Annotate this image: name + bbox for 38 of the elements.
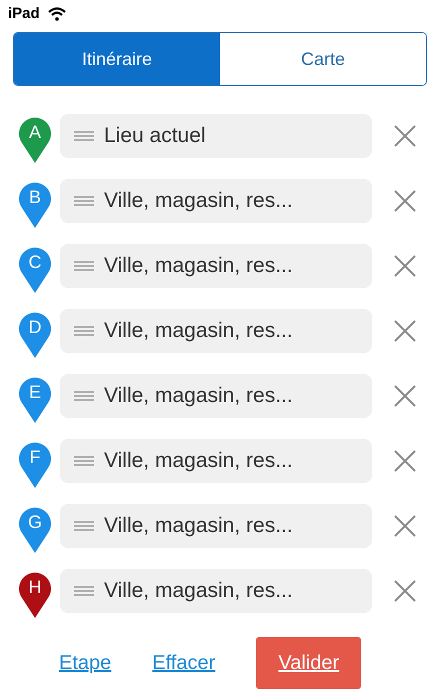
location-field[interactable]: Ville, magasin, res... [60,504,372,548]
device-name: iPad [8,4,40,24]
drag-handle-icon[interactable] [74,196,94,206]
close-icon[interactable] [394,450,416,472]
location-field[interactable]: Ville, magasin, res... [60,439,372,483]
location-field[interactable]: Ville, magasin, res... [60,374,372,418]
action-link[interactable]: Effacer [152,648,216,678]
drag-handle-icon[interactable] [74,326,94,336]
location-field[interactable]: Ville, magasin, res... [60,244,372,288]
pin-letter: A [28,122,42,142]
action-link[interactable]: Etape [59,648,112,678]
tab[interactable]: Itinéraire [14,33,220,85]
pin-letter: C [28,252,42,272]
close-icon[interactable] [394,515,416,537]
drag-handle-icon[interactable] [74,131,94,141]
location-field[interactable]: Ville, magasin, res... [60,569,372,613]
pin-letter: F [28,447,42,467]
pin-letter: H [28,577,42,597]
location-field[interactable]: Lieu actuel [60,114,372,158]
drag-handle-icon[interactable] [74,521,94,531]
drag-handle-icon[interactable] [74,261,94,271]
close-icon[interactable] [394,580,416,602]
close-icon[interactable] [394,255,416,277]
pin-letter: E [28,382,42,402]
wifi-icon [48,7,66,21]
close-icon[interactable] [394,385,416,407]
pin-letter: D [28,317,42,337]
validate-button[interactable]: Valider [256,637,362,689]
location-field[interactable]: Ville, magasin, res... [60,179,372,223]
pin-letter: G [26,512,43,532]
close-icon[interactable] [394,320,416,342]
close-icon[interactable] [394,190,416,212]
close-icon[interactable] [394,125,416,147]
drag-handle-icon[interactable] [74,586,94,596]
location-field[interactable]: Ville, magasin, res... [60,309,372,353]
drag-handle-icon[interactable] [74,456,94,466]
drag-handle-icon[interactable] [74,391,94,401]
pin-letter: B [28,187,42,207]
